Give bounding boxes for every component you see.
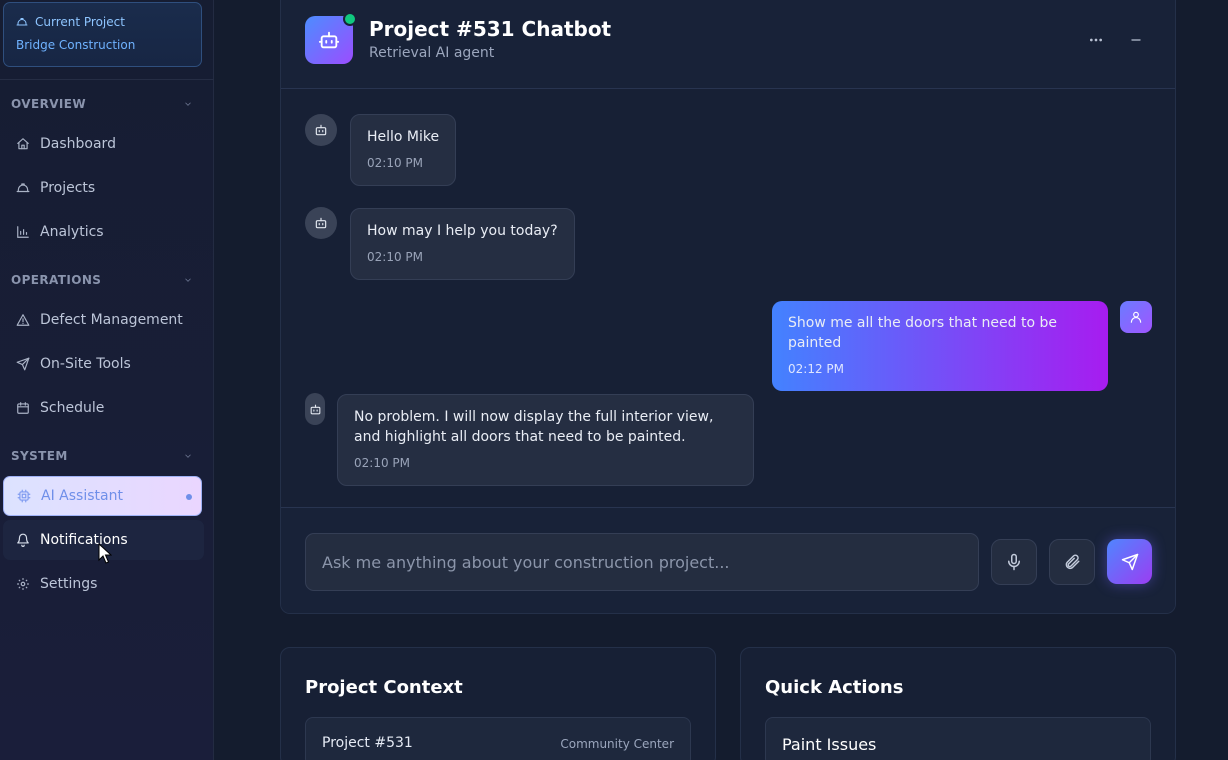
quick-action-paint-issues[interactable]: Paint Issues: [765, 717, 1151, 760]
bot-icon: [315, 124, 327, 136]
sidebar-item-label: AI Assistant: [41, 488, 123, 504]
quick-actions-card: Quick Actions Paint Issues: [740, 647, 1176, 760]
bot-icon: [315, 217, 327, 229]
minus-icon: [1131, 39, 1141, 41]
home-icon: [17, 138, 29, 150]
card-title: Quick Actions: [765, 677, 904, 698]
message-text: Show me all the doors that need to be pa…: [788, 315, 1058, 351]
online-status-dot: [343, 12, 357, 26]
sidebar-item-label: Projects: [40, 180, 96, 196]
paperclip-icon: [1065, 554, 1080, 570]
message-text: No problem. I will now display the full …: [354, 409, 714, 445]
bot-icon: [310, 404, 320, 414]
bar-chart-icon: [17, 226, 29, 238]
voice-input-button[interactable]: [991, 539, 1037, 585]
sidebar-item-schedule[interactable]: Schedule: [3, 388, 202, 428]
send-icon: [1121, 553, 1138, 570]
send-button[interactable]: [1107, 539, 1152, 584]
cpu-icon: [17, 489, 31, 503]
bot-message-bubble: How may I help you today? 02:10 PM: [350, 208, 575, 280]
project-context-card: Project Context Project #531 Community C…: [280, 647, 716, 760]
chat-subtitle: Retrieval AI agent: [369, 45, 495, 61]
sidebar-item-label: Defect Management: [40, 312, 183, 328]
sidebar-item-label: Dashboard: [40, 136, 116, 152]
warning-icon: [16, 314, 30, 326]
sidebar-divider: [0, 79, 214, 80]
microphone-icon: [1008, 553, 1020, 571]
section-title: OVERVIEW: [11, 97, 86, 111]
current-project-card[interactable]: Current Project Bridge Construction: [3, 2, 202, 67]
active-indicator-dot: [186, 494, 192, 500]
chatbot-avatar: [305, 12, 357, 64]
calendar-icon: [17, 402, 29, 414]
more-horizontal-icon: [1090, 38, 1102, 42]
card-title: Project Context: [305, 677, 463, 698]
project-name: Project #531: [322, 735, 413, 751]
sidebar-item-label: Notifications: [40, 532, 128, 548]
sidebar: Current Project Bridge Construction OVER…: [0, 0, 214, 760]
sidebar-item-on-site-tools[interactable]: On-Site Tools: [3, 344, 202, 384]
chevron-down-icon: [185, 278, 191, 282]
sidebar-item-label: On-Site Tools: [40, 356, 131, 372]
gear-icon: [17, 578, 29, 590]
section-overview[interactable]: OVERVIEW: [11, 96, 193, 112]
quick-action-label: Paint Issues: [782, 735, 877, 754]
bell-icon: [17, 533, 29, 547]
current-project-label: Current Project: [35, 15, 125, 29]
chevron-down-icon: [185, 102, 191, 106]
bot-message-avatar: [305, 114, 337, 146]
user-icon: [1130, 311, 1142, 323]
section-title: OPERATIONS: [11, 273, 102, 287]
sidebar-item-projects[interactable]: Projects: [3, 168, 202, 208]
sidebar-item-ai-assistant[interactable]: AI Assistant: [3, 476, 202, 516]
project-context-row[interactable]: Project #531 Community Center: [305, 717, 691, 760]
sidebar-item-defect-management[interactable]: Defect Management: [3, 300, 202, 340]
sidebar-item-label: Settings: [40, 576, 98, 592]
message-time: 02:12 PM: [788, 362, 844, 376]
attach-file-button[interactable]: [1049, 539, 1095, 585]
hard-hat-icon: [16, 183, 30, 193]
message-text: How may I help you today?: [367, 223, 558, 239]
hard-hat-icon: [16, 16, 28, 28]
navigation-icon: [16, 357, 30, 371]
section-operations[interactable]: OPERATIONS: [11, 272, 193, 288]
message-time: 02:10 PM: [354, 456, 410, 470]
bot-message-bubble: Hello Mike 02:10 PM: [350, 114, 457, 186]
message-time: 02:10 PM: [367, 156, 423, 170]
bot-message-bubble: No problem. I will now display the full …: [337, 394, 754, 486]
user-message-avatar: [1120, 301, 1152, 333]
mouse-cursor-icon: [98, 543, 112, 564]
sidebar-item-label: Schedule: [40, 400, 105, 416]
chevron-down-icon: [185, 454, 191, 458]
message-time: 02:10 PM: [367, 250, 423, 264]
sidebar-item-settings[interactable]: Settings: [3, 564, 202, 604]
minimize-button[interactable]: [1126, 30, 1146, 50]
more-options-button[interactable]: [1086, 30, 1106, 50]
message-composer: [281, 507, 1175, 613]
chat-panel: Project #531 Chatbot Retrieval AI agent …: [280, 0, 1176, 614]
chat-title: Project #531 Chatbot: [369, 17, 612, 41]
user-message-bubble: Show me all the doors that need to be pa…: [772, 301, 1108, 391]
chat-input[interactable]: [305, 533, 979, 591]
section-system[interactable]: SYSTEM: [11, 448, 193, 464]
message-list: Hello Mike 02:10 PM How may I help you t…: [281, 89, 1175, 507]
section-title: SYSTEM: [11, 449, 68, 463]
current-project-name: Bridge Construction: [16, 38, 136, 52]
chat-header: Project #531 Chatbot Retrieval AI agent: [281, 0, 1175, 89]
message-text: Hello Mike: [367, 129, 440, 145]
sidebar-item-label: Analytics: [40, 224, 104, 240]
bot-icon: [318, 31, 340, 49]
sidebar-item-dashboard[interactable]: Dashboard: [3, 124, 202, 164]
bot-message-avatar: [305, 207, 337, 239]
project-type: Community Center: [560, 737, 674, 751]
bot-message-avatar: [305, 393, 325, 425]
sidebar-item-analytics[interactable]: Analytics: [3, 212, 202, 252]
